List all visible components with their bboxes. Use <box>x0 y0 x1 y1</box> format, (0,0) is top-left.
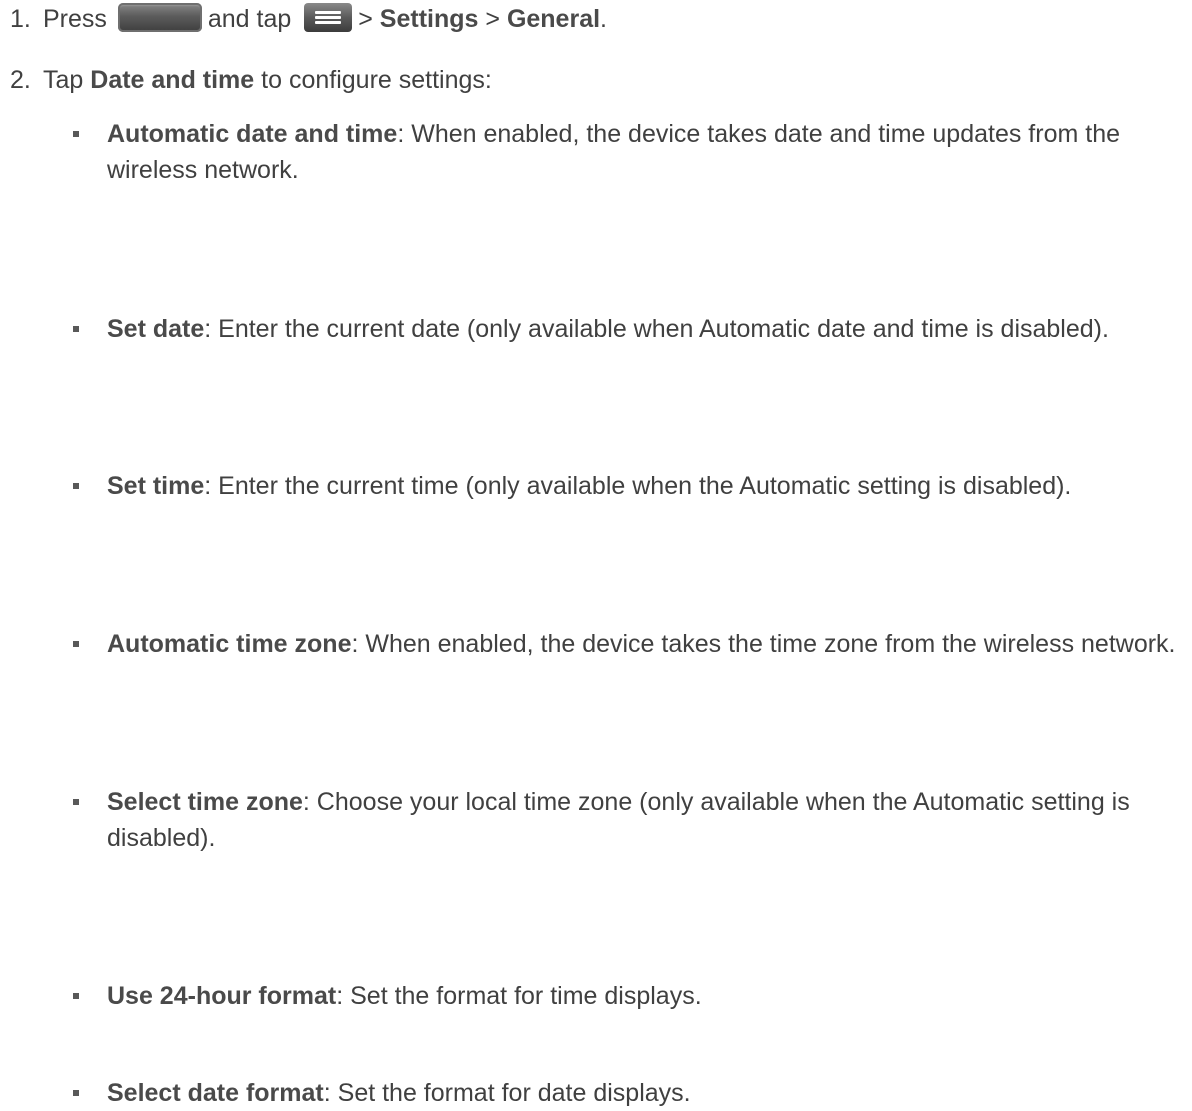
option-description: : Enter the current time (only available… <box>204 472 1072 500</box>
option-term: Set date <box>107 315 205 343</box>
home-key-icon <box>117 2 202 32</box>
menu-key-icon <box>304 2 353 32</box>
list-item-select-date-format: Select date format: Set the format for d… <box>73 1075 1183 1111</box>
and-tap-text: and tap <box>207 5 292 33</box>
step-2: 2. Tap Date and time to configure setting… <box>0 62 492 98</box>
settings-label: Settings <box>379 5 479 33</box>
list-item-automatic-date-time: Automatic date and time: When enabled, t… <box>73 116 1183 188</box>
option-description: : Set the format for date displays. <box>323 1079 691 1107</box>
bullet-icon <box>73 326 79 332</box>
bullet-icon <box>73 1090 79 1096</box>
general-label: General <box>506 5 601 33</box>
settings-options-list: Automatic date and time : When enabled, t… <box>73 116 1183 1107</box>
bullet-icon <box>73 641 79 647</box>
separator: > <box>358 5 373 33</box>
bullet-icon <box>73 483 79 489</box>
list-item-use-24-hour-format: Use 24-hour format: Set the format for t… <box>73 978 1183 1014</box>
option-term: Select date format <box>107 1079 324 1107</box>
list-item-automatic-time-zone: Automatic time zone: When enabled, the d… <box>73 626 1183 662</box>
option-description: : Set the format for time displays. <box>336 982 702 1010</box>
bullet-icon <box>73 993 79 999</box>
option-term: Use 24-hour format <box>107 982 337 1010</box>
option-description: : When enabled, the device takes the tim… <box>351 630 1176 658</box>
tap-text: Tap <box>43 66 84 94</box>
option-term: Automatic date and time <box>107 120 398 148</box>
step-number: 2. <box>10 66 31 94</box>
date-and-time-label: Date and time <box>90 66 255 94</box>
period: . <box>600 5 607 33</box>
configure-text: to configure settings: <box>261 66 492 94</box>
step-number: 1. <box>10 5 31 33</box>
press-text: Press <box>43 5 107 33</box>
bullet-icon <box>73 799 79 805</box>
option-term: Select time zone <box>107 788 303 816</box>
list-item-set-date: Set date: Enter the current date (only a… <box>73 311 1183 347</box>
bullet-icon <box>73 131 79 137</box>
list-item-select-time-zone: Select time zone: Choose your local time… <box>73 784 1183 856</box>
step-1: 1. Press and tap > Settings > General. <box>0 1 607 37</box>
option-description: : Enter the current date (only available… <box>204 315 1109 343</box>
option-term: Automatic time zone <box>107 630 352 658</box>
option-term: Set time <box>107 472 205 500</box>
separator: > <box>485 5 500 33</box>
list-item-set-time: Set time: Enter the current time (only a… <box>73 468 1183 504</box>
